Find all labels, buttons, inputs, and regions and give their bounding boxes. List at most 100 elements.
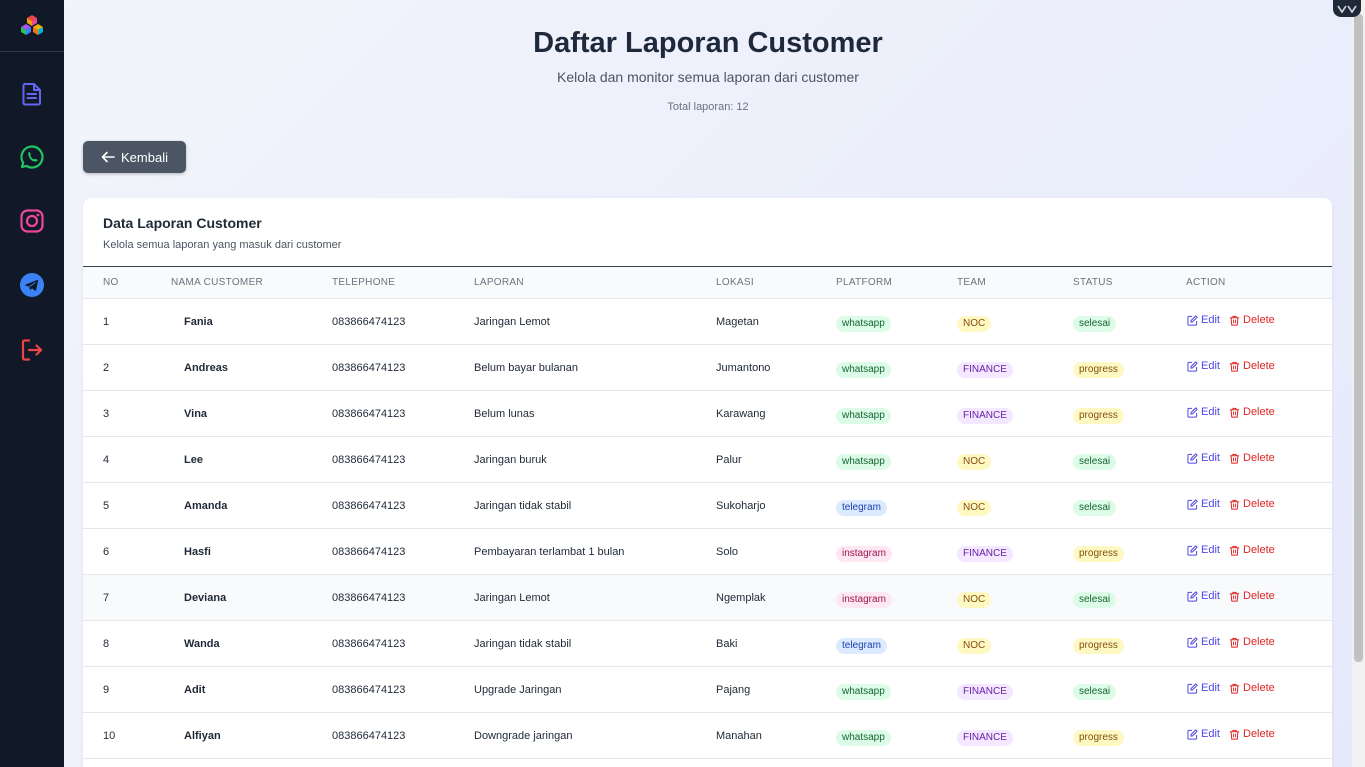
edit-label: Edit <box>1201 314 1220 326</box>
sidebar <box>0 0 64 767</box>
edit-icon <box>1187 636 1198 648</box>
customer-name: Hasfi <box>184 546 211 558</box>
location-text: Sukoharjo <box>716 500 766 512</box>
team-badge: NOC <box>957 638 992 654</box>
report-text: Pembayaran terlambat 1 bulan <box>474 546 625 558</box>
location-text: Magetan <box>716 316 759 328</box>
table-row: 10 Alfiyan 083866474123 Downgrade jaringan M… <box>83 713 1332 759</box>
customer-name: Alfiyan <box>184 730 221 742</box>
delete-button[interactable]: Delete <box>1229 360 1275 372</box>
status-badge: selesai <box>1073 500 1117 516</box>
status-badge: progress <box>1073 638 1124 654</box>
delete-button[interactable]: Delete <box>1229 590 1275 602</box>
delete-button[interactable]: Delete <box>1229 452 1275 464</box>
edit-button[interactable]: Edit <box>1187 728 1220 740</box>
nav-reports[interactable] <box>16 78 48 110</box>
delete-button[interactable]: Delete <box>1229 498 1275 510</box>
table-header: NO NAMA CUSTOMER TELEPHONE LAPORAN LOKAS… <box>83 267 1332 299</box>
delete-button[interactable]: Delete <box>1229 544 1275 556</box>
report-table-card: Data Laporan Customer Kelola semua lapor… <box>83 198 1332 767</box>
location-text: Manahan <box>716 730 762 742</box>
edit-button[interactable]: Edit <box>1187 544 1220 556</box>
trash-icon <box>1229 683 1240 694</box>
arrow-left-icon <box>101 151 115 163</box>
customer-telephone: 083866474123 <box>332 592 406 604</box>
report-text: Jaringan Lemot <box>474 316 550 328</box>
row-number: 3 <box>103 408 110 420</box>
delete-button[interactable]: Delete <box>1229 636 1275 648</box>
edit-button[interactable]: Edit <box>1187 406 1220 418</box>
report-text: Jaringan buruk <box>474 454 547 466</box>
edit-button[interactable]: Edit <box>1187 314 1220 326</box>
status-badge: progress <box>1073 730 1124 746</box>
delete-button[interactable]: Delete <box>1229 682 1275 694</box>
report-text: Jaringan tidak stabil <box>474 500 572 512</box>
app-logo[interactable] <box>0 0 64 52</box>
telegram-icon <box>20 273 44 297</box>
team-badge: FINANCE <box>957 546 1013 562</box>
edit-icon <box>1187 544 1198 556</box>
platform-badge: whatsapp <box>836 362 891 378</box>
trash-icon <box>1229 591 1240 602</box>
edit-label: Edit <box>1201 636 1220 648</box>
trash-icon <box>1229 637 1240 648</box>
back-button-label: Kembali <box>121 149 168 165</box>
delete-button[interactable]: Delete <box>1229 728 1275 740</box>
column-header-no: NO <box>103 277 119 288</box>
customer-telephone: 083866474123 <box>332 408 406 420</box>
scrollbar-thumb[interactable] <box>1354 14 1363 662</box>
devtools-chevron-icon <box>1337 5 1357 13</box>
delete-label: Delete <box>1243 314 1275 326</box>
nav-instagram[interactable] <box>16 205 48 237</box>
edit-button[interactable]: Edit <box>1187 682 1220 694</box>
trash-icon <box>1229 361 1240 372</box>
table-body: 1 Fania 083866474123 Jaringan Lemot Magetan w… <box>83 299 1332 759</box>
edit-button[interactable]: Edit <box>1187 590 1220 602</box>
platform-badge: whatsapp <box>836 684 891 700</box>
cube-logo-icon <box>21 14 43 35</box>
delete-label: Delete <box>1243 544 1275 556</box>
table-row: 2 Andreas 083866474123 Belum bayar bulanan J… <box>83 345 1332 391</box>
customer-telephone: 083866474123 <box>332 316 406 328</box>
delete-label: Delete <box>1243 636 1275 648</box>
column-header-location: LOKASI <box>716 277 754 288</box>
location-text: Jumantono <box>716 362 771 374</box>
row-number: 9 <box>103 684 110 696</box>
edit-button[interactable]: Edit <box>1187 360 1220 372</box>
nav-logout[interactable] <box>16 334 48 366</box>
location-text: Ngemplak <box>716 592 766 604</box>
edit-button[interactable]: Edit <box>1187 498 1220 510</box>
report-text: Upgrade Jaringan <box>474 684 562 696</box>
back-button[interactable]: Kembali <box>83 141 186 173</box>
team-badge: FINANCE <box>957 408 1013 424</box>
edit-icon <box>1187 728 1198 740</box>
platform-badge: instagram <box>836 546 892 562</box>
platform-badge: whatsapp <box>836 316 891 332</box>
table-row: 3 Vina 083866474123 Belum lunas Karawang what… <box>83 391 1332 437</box>
report-text: Downgrade jaringan <box>474 730 573 742</box>
page-subtitle: Kelola dan monitor semua laporan dari cu… <box>557 69 859 85</box>
status-badge: selesai <box>1073 454 1117 470</box>
platform-badge: whatsapp <box>836 408 891 424</box>
devtools-toggle[interactable] <box>1333 0 1361 17</box>
delete-button[interactable]: Delete <box>1229 406 1275 418</box>
status-badge: progress <box>1073 362 1124 378</box>
location-text: Pajang <box>716 684 751 696</box>
customer-telephone: 083866474123 <box>332 546 406 558</box>
table-row: 6 Hasfi 083866474123 Pembayaran terlambat 1… <box>83 529 1332 575</box>
nav-whatsapp[interactable] <box>16 141 48 173</box>
table-row: 9 Adit 083866474123 Upgrade Jaringan Pajang w… <box>83 667 1332 713</box>
trash-icon <box>1229 545 1240 556</box>
customer-name: Vina <box>184 408 208 420</box>
delete-button[interactable]: Delete <box>1229 314 1275 326</box>
whatsapp-icon <box>20 145 44 169</box>
customer-telephone: 083866474123 <box>332 730 406 742</box>
row-number: 7 <box>103 592 110 604</box>
main-content: Daftar Laporan Customer Kelola dan monit… <box>64 0 1352 767</box>
edit-button[interactable]: Edit <box>1187 636 1220 648</box>
report-text: Jaringan Lemot <box>474 592 550 604</box>
trash-icon <box>1229 729 1240 740</box>
page-scrollbar[interactable] <box>1352 0 1365 767</box>
nav-telegram[interactable] <box>16 269 48 301</box>
edit-button[interactable]: Edit <box>1187 452 1220 464</box>
